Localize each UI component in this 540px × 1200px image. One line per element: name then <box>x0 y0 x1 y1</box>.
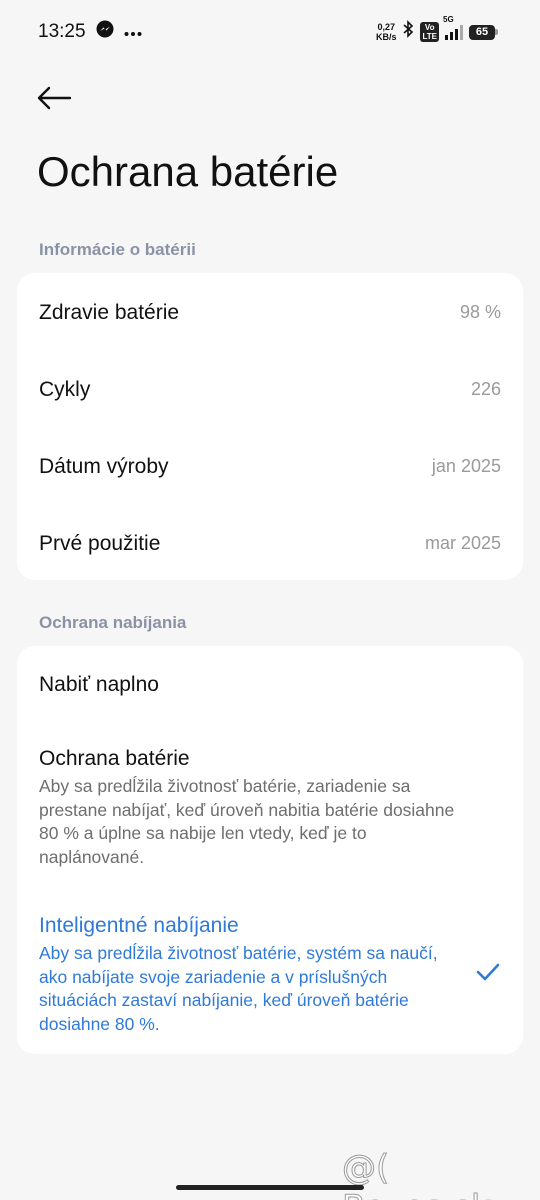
watermark: @( Bazos.sk <box>342 1148 492 1200</box>
check-icon <box>476 963 500 981</box>
more-dots-icon <box>124 21 142 43</box>
row-value: 226 <box>470 379 501 399</box>
row-label: Dátum výroby <box>39 454 169 478</box>
option-description: Aby sa predĺžila životnosť batérie, zari… <box>39 776 455 867</box>
row-label: Cykly <box>39 377 91 401</box>
battery-info-card: Zdravie batérie 98 % Cykly 226 Dátum výr… <box>17 273 523 580</box>
row-value: 98 % <box>459 302 501 322</box>
section-header-charging-protection: Ochrana nabíjania <box>39 613 187 632</box>
row-battery-health: Zdravie batérie 98 % <box>17 274 523 351</box>
option-title: Inteligentné nabíjanie <box>39 914 239 937</box>
status-right: 0,27 KB/s Vo LTE 5G 65 <box>376 15 498 44</box>
row-cycles: Cykly 226 <box>17 351 523 428</box>
charging-protection-card: Nabiť naplno Ochrana batérie Aby sa pred… <box>17 646 523 1054</box>
battery-level: 65 <box>469 24 495 40</box>
network-type: 5G <box>443 15 454 24</box>
bluetooth-icon <box>402 20 414 44</box>
option-full-charge[interactable]: Nabiť naplno <box>39 671 469 699</box>
volte-top: Vo <box>424 23 435 32</box>
status-time: 13:25 <box>38 21 86 42</box>
arrow-left-icon <box>37 86 72 110</box>
status-bar: 13:25 0,27 KB/s Vo LTE 5G 65 <box>0 0 540 64</box>
section-header-battery-info: Informácie o batérii <box>39 240 196 259</box>
row-label: Prvé použitie <box>39 531 161 555</box>
page-title: Ochrana batérie <box>37 148 339 195</box>
option-description: Aby sa predĺžila životnosť batérie, syst… <box>39 943 438 1034</box>
volte-badge: Vo LTE <box>420 22 439 42</box>
option-title: Nabiť naplno <box>39 673 159 696</box>
net-speed-value: 0,27 <box>377 22 395 32</box>
messenger-icon <box>96 20 114 44</box>
row-first-use: Prvé použitie mar 2025 <box>17 505 523 582</box>
battery-icon: 65 <box>469 24 498 40</box>
status-left: 13:25 <box>38 20 142 44</box>
volte-bottom: LTE <box>422 32 437 41</box>
back-button[interactable] <box>36 80 76 116</box>
option-smart-charging[interactable]: Inteligentné nabíjanie Aby sa predĺžila … <box>39 912 469 1036</box>
option-battery-protection[interactable]: Ochrana batérie Aby sa predĺžila životno… <box>39 745 469 869</box>
row-manufacture-date: Dátum výroby jan 2025 <box>17 428 523 505</box>
net-speed-unit: KB/s <box>375 32 397 42</box>
signal-icon: 5G <box>443 15 463 40</box>
option-title: Ochrana batérie <box>39 747 190 770</box>
row-label: Zdravie batérie <box>39 300 180 324</box>
home-indicator[interactable] <box>176 1185 364 1190</box>
net-speed: 0,27 KB/s <box>376 22 397 42</box>
row-value: jan 2025 <box>431 456 501 476</box>
row-value: mar 2025 <box>424 533 501 553</box>
